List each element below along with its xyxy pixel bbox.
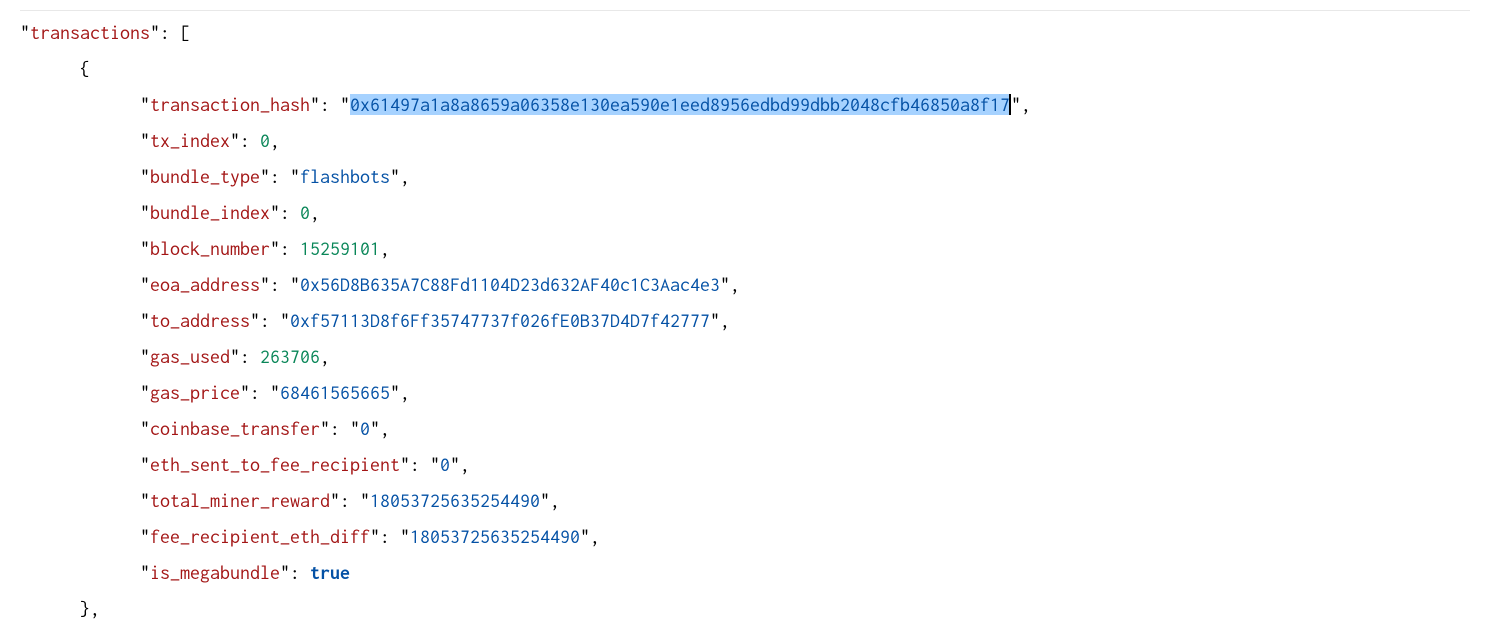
json-line-tx-index[interactable]: "tx_index": 0, — [20, 123, 1470, 159]
json-value: 18053725635254490 — [410, 526, 580, 547]
json-line-object-open[interactable]: { — [20, 51, 1470, 87]
json-line-eoa-address[interactable]: "eoa_address": "0x56D8B635A7C88Fd1104D23… — [20, 267, 1470, 303]
json-key: block_number — [150, 238, 270, 259]
json-line-transaction-hash[interactable]: "transaction_hash": "0x61497a1a8a8659a06… — [20, 87, 1470, 123]
json-value: 15259101 — [300, 238, 380, 259]
json-key: fee_recipient_eth_diff — [150, 526, 370, 547]
json-value-selected[interactable]: 0x61497a1a8a8659a06358e130ea590e1eed8956… — [350, 94, 1010, 115]
json-line-eth-sent[interactable]: "eth_sent_to_fee_recipient": "0", — [20, 447, 1470, 483]
json-value: 68461565665 — [280, 382, 390, 403]
json-line-gas-price[interactable]: "gas_price": "68461565665", — [20, 375, 1470, 411]
json-value: flashbots — [300, 166, 390, 187]
json-line-bundle-index[interactable]: "bundle_index": 0, — [20, 195, 1470, 231]
json-value: 0 — [300, 202, 310, 223]
json-value: 0x56D8B635A7C88Fd1104D23d632AF40c1C3Aac4… — [300, 274, 720, 295]
json-line-gas-used[interactable]: "gas_used": 263706, — [20, 339, 1470, 375]
json-line-fee-recipient-eth-diff[interactable]: "fee_recipient_eth_diff": "1805372563525… — [20, 519, 1470, 555]
json-key: to_address — [150, 310, 250, 331]
json-value: 263706 — [260, 346, 320, 367]
json-line-bundle-type[interactable]: "bundle_type": "flashbots", — [20, 159, 1470, 195]
json-line-array-open[interactable]: "transactions": [ — [20, 15, 1470, 51]
json-key-transactions: transactions — [30, 22, 150, 43]
json-value: 0 — [360, 418, 370, 439]
json-key: eoa_address — [150, 274, 260, 295]
json-value: 0 — [440, 454, 450, 475]
json-key: gas_price — [150, 382, 240, 403]
json-key: tx_index — [150, 130, 230, 151]
json-key: total_miner_reward — [150, 490, 330, 511]
json-line-object-close[interactable]: }, — [20, 591, 1470, 627]
json-key: gas_used — [150, 346, 230, 367]
json-line-total-miner-reward[interactable]: "total_miner_reward": "18053725635254490… — [20, 483, 1470, 519]
json-value: 0xf57113D8f6Ff35747737f026fE0B37D4D7f427… — [290, 310, 710, 331]
json-key: eth_sent_to_fee_recipient — [150, 454, 400, 475]
json-key: bundle_index — [150, 202, 270, 223]
json-line-coinbase-transfer[interactable]: "coinbase_transfer": "0", — [20, 411, 1470, 447]
json-line-block-number[interactable]: "block_number": 15259101, — [20, 231, 1470, 267]
json-key: coinbase_transfer — [150, 418, 320, 439]
json-key: is_megabundle — [150, 562, 280, 583]
json-line-is-megabundle[interactable]: "is_megabundle": true — [20, 555, 1470, 591]
json-value: 18053725635254490 — [370, 490, 540, 511]
json-line-to-address[interactable]: "to_address": "0xf57113D8f6Ff35747737f02… — [20, 303, 1470, 339]
json-value: 0 — [260, 130, 270, 151]
json-key: transaction_hash — [150, 94, 310, 115]
json-key: bundle_type — [150, 166, 260, 187]
json-value: true — [310, 562, 350, 583]
